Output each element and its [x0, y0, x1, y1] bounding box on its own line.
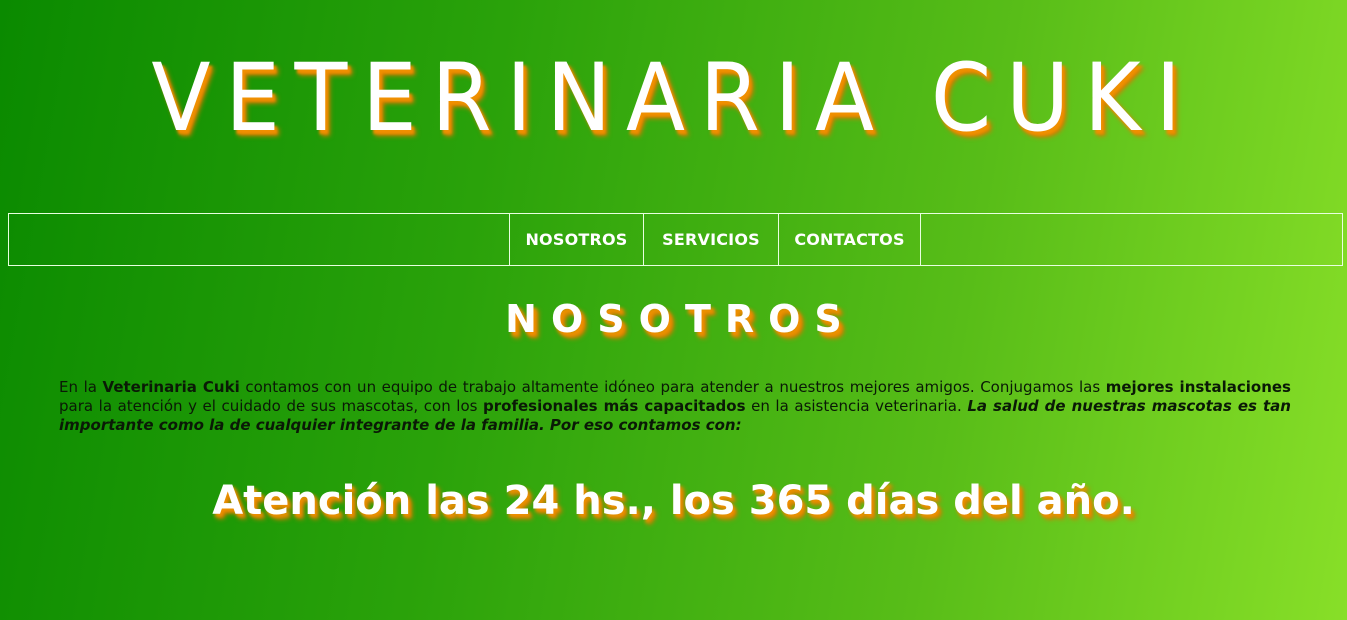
nav-item-nosotros[interactable]: NOSOTROS: [510, 214, 644, 265]
availability-highlight: Atención las 24 hs., los 365 días del añ…: [212, 478, 1135, 524]
nav-item-servicios[interactable]: SERVICIOS: [644, 214, 779, 265]
nav-list: NOSOTROS SERVICIOS CONTACTOS: [509, 214, 921, 265]
intro-bold-facilities: mejores instalaciones: [1105, 378, 1291, 396]
intro-text: contamos con un equipo de trabajo altame…: [239, 378, 1106, 396]
site-title: VETERINARIA CUKI: [151, 44, 1196, 153]
intro-paragraph: En la Veterinaria Cuki contamos con un e…: [59, 378, 1291, 435]
nav-link-contactos[interactable]: CONTACTOS: [794, 230, 904, 249]
section-title: NOSOTROS: [505, 297, 856, 341]
nav-link-servicios[interactable]: SERVICIOS: [662, 230, 760, 249]
nav-item-contactos[interactable]: CONTACTOS: [779, 214, 921, 265]
main-nav: NOSOTROS SERVICIOS CONTACTOS: [8, 213, 1343, 266]
intro-text: En la: [59, 378, 103, 396]
intro-bold-professionals: profesionales más capacitados: [483, 397, 746, 415]
intro-text: para la atención y el cuidado de sus mas…: [59, 397, 484, 415]
intro-text: en la asistencia veterinaria.: [745, 397, 968, 415]
intro-bold-clinic-name: Veterinaria Cuki: [102, 378, 240, 396]
nav-link-nosotros[interactable]: NOSOTROS: [525, 230, 627, 249]
